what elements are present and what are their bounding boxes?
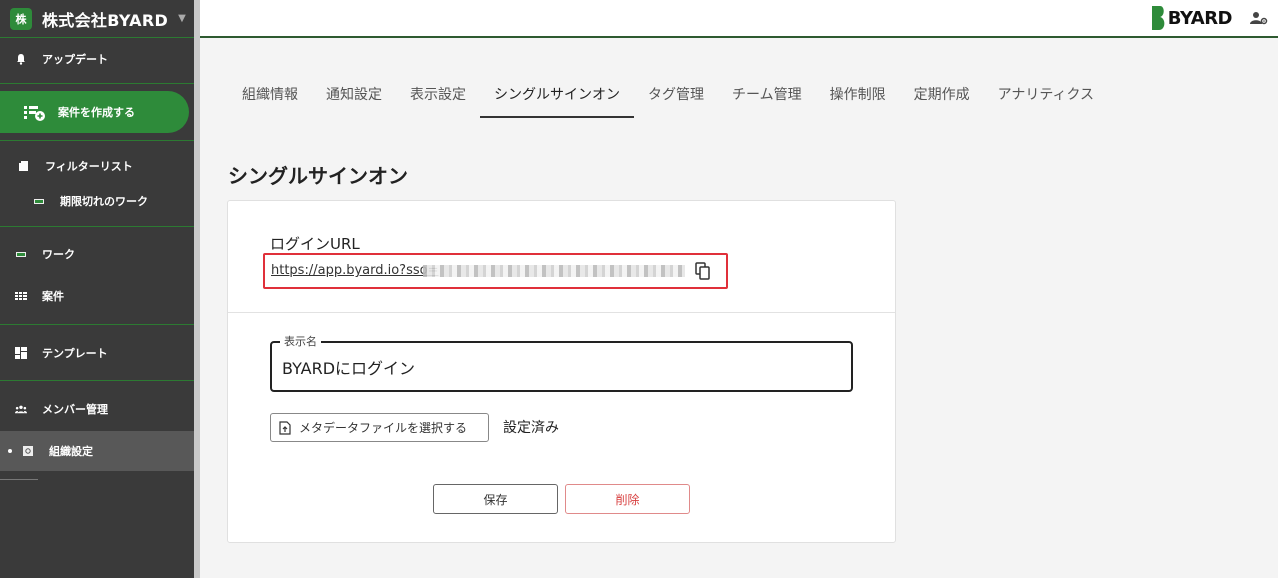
sidebar-item-label: メンバー管理 — [42, 403, 108, 416]
sidebar-item-org-settings[interactable]: 組織設定 — [0, 431, 194, 471]
sidebar-item-label: テンプレート — [42, 347, 108, 360]
login-url-highlight: https://app.byard.io?sso= — [263, 253, 728, 289]
sidebar-item-label: ワーク — [42, 248, 75, 261]
chevron-down-icon: ▼ — [178, 13, 186, 24]
sidebar-item-label: 組織設定 — [49, 445, 93, 458]
tab-sso[interactable]: シングルサインオン — [480, 76, 634, 118]
divider — [0, 226, 194, 227]
filter-item-icon — [33, 195, 45, 207]
tab-notifications[interactable]: 通知設定 — [312, 76, 396, 118]
redacted-token — [423, 265, 685, 277]
sidebar-item-label: 案件 — [42, 290, 64, 303]
user-settings-icon[interactable] — [1250, 10, 1268, 26]
display-name-legend: 表示名 — [280, 333, 321, 349]
tab-teams[interactable]: チーム管理 — [718, 76, 816, 118]
sidebar-item-work[interactable]: ワーク — [0, 234, 194, 274]
page-title: シングルサインオン — [228, 164, 408, 188]
sidebar-item-label: 期限切れのワーク — [60, 195, 148, 208]
select-metadata-label: メタデータファイルを選択する — [299, 421, 468, 435]
sidebar-item-templates[interactable]: テンプレート — [0, 333, 194, 373]
sidebar-item-filter-list[interactable]: フィルターリスト — [0, 146, 194, 186]
sidebar-item-projects[interactable]: 案件 — [0, 276, 194, 316]
divider — [0, 83, 194, 84]
brand-logo: BYARD — [1151, 6, 1233, 30]
file-upload-icon — [279, 420, 291, 435]
bookmark-icon — [18, 160, 30, 172]
divider — [0, 479, 38, 480]
sidebar: 株 株式会社BYARD ▼ アップデート 案件を作成する フィルターリスト 期限… — [0, 0, 194, 578]
sidebar-item-label: フィルターリスト — [45, 160, 133, 173]
members-icon — [15, 403, 27, 415]
display-name-input[interactable] — [282, 355, 842, 379]
template-icon — [15, 347, 27, 359]
tab-scheduled[interactable]: 定期作成 — [900, 76, 984, 118]
sidebar-item-label: アップデート — [42, 53, 108, 66]
org-logo: 株 — [10, 7, 32, 30]
delete-button[interactable]: 削除 — [565, 484, 690, 514]
save-button[interactable]: 保存 — [433, 484, 558, 514]
settings-tabs: 組織情報 通知設定 表示設定 シングルサインオン タグ管理 チーム管理 操作制限… — [228, 76, 1108, 118]
divider — [0, 140, 194, 141]
login-url-label: ログインURL — [270, 235, 360, 253]
main-content: 組織情報 通知設定 表示設定 シングルサインオン タグ管理 チーム管理 操作制限… — [200, 40, 1278, 578]
work-icon — [15, 248, 27, 260]
create-project-button[interactable]: 案件を作成する — [0, 91, 189, 133]
tab-org-info[interactable]: 組織情報 — [228, 76, 312, 118]
metadata-status: 設定済み — [503, 420, 559, 436]
brand-mark-icon — [1151, 6, 1166, 30]
divider — [0, 324, 194, 325]
settings-icon — [22, 445, 34, 457]
org-name: 株式会社BYARD — [42, 10, 169, 30]
copy-icon[interactable] — [695, 262, 711, 280]
sidebar-item-members[interactable]: メンバー管理 — [0, 389, 194, 429]
login-url-link[interactable]: https://app.byard.io?sso= — [271, 263, 438, 278]
tab-display[interactable]: 表示設定 — [396, 76, 480, 118]
divider — [0, 380, 194, 381]
card-divider — [228, 312, 895, 313]
tab-analytics[interactable]: アナリティクス — [984, 76, 1108, 118]
topbar: BYARD — [200, 0, 1278, 38]
bell-icon — [15, 53, 27, 65]
display-name-field: 表示名 — [270, 333, 853, 392]
active-indicator — [8, 449, 12, 453]
sidebar-item-expired-work[interactable]: 期限切れのワーク — [0, 181, 194, 221]
brand-name: BYARD — [1167, 7, 1233, 29]
org-switcher[interactable]: 株 株式会社BYARD ▼ — [0, 0, 194, 38]
tab-tags[interactable]: タグ管理 — [634, 76, 718, 118]
select-metadata-button[interactable]: メタデータファイルを選択する — [270, 413, 489, 442]
create-project-label: 案件を作成する — [58, 106, 135, 119]
create-project-icon — [24, 104, 45, 121]
sidebar-item-updates[interactable]: アップデート — [0, 39, 194, 79]
tab-restrictions[interactable]: 操作制限 — [816, 76, 900, 118]
sso-card: ログインURL https://app.byard.io?sso= 表示名 メタ… — [227, 200, 896, 543]
grid-icon — [15, 290, 27, 302]
